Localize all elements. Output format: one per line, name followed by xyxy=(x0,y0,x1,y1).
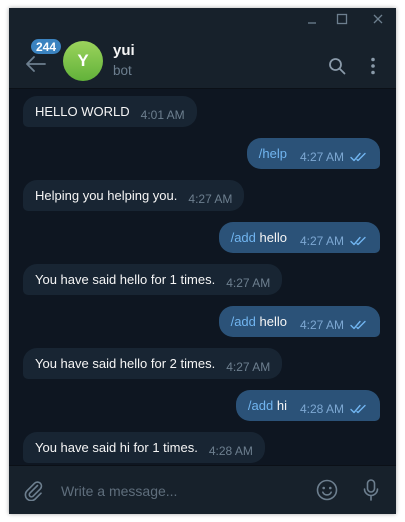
message-bubble-incoming[interactable]: Helping you helping you. 4:27 AM xyxy=(23,180,245,211)
message-time: 4:28 AM xyxy=(208,443,253,458)
message-text: You have said hi for 1 times. xyxy=(35,440,198,455)
message-text: hi xyxy=(273,398,287,413)
message-text: HELLO WORLD xyxy=(35,104,130,119)
message-bubble-outgoing[interactable]: /add hello 4:27 AM xyxy=(218,306,380,337)
message-time: 4:01 AM xyxy=(140,107,185,122)
chat-name[interactable]: yui xyxy=(113,42,135,59)
bot-command-link[interactable]: /add xyxy=(231,230,256,245)
message-text: hello xyxy=(255,230,287,245)
message-text: You have said hello for 2 times. xyxy=(35,356,216,371)
bot-command-link[interactable]: /add xyxy=(248,398,273,413)
message-time: 4:27 AM xyxy=(299,149,344,164)
message-time: 4:27 AM xyxy=(226,275,271,290)
smile-icon[interactable] xyxy=(315,478,339,502)
message-bubble-outgoing[interactable]: /add hello 4:27 AM xyxy=(218,222,380,253)
chat-header: 244 Y yui bot xyxy=(9,30,396,89)
double-check-icon xyxy=(350,152,366,161)
paperclip-icon[interactable] xyxy=(22,479,44,502)
window-titlebar xyxy=(9,8,396,30)
chat-status: bot xyxy=(113,63,132,78)
double-check-icon xyxy=(350,404,366,413)
message-text: You have said hello for 1 times. xyxy=(35,272,216,287)
double-check-icon xyxy=(350,236,366,245)
message-time: 4:28 AM xyxy=(299,401,344,416)
message-bubble-outgoing[interactable]: /help 4:27 AM xyxy=(246,138,380,169)
telegram-window: 244 Y yui bot HELLO WORLD 4:01 AM /help … xyxy=(9,8,396,514)
message-composer xyxy=(9,465,396,514)
back-arrow-icon[interactable] xyxy=(25,55,47,73)
more-vertical-icon[interactable] xyxy=(365,57,381,75)
unread-count-badge: 244 xyxy=(30,38,63,55)
message-text: Helping you helping you. xyxy=(35,188,178,203)
message-bubble-outgoing[interactable]: /add hi 4:28 AM xyxy=(235,390,380,421)
message-bubble-incoming[interactable]: You have said hi for 1 times. 4:28 AM xyxy=(23,432,265,463)
close-icon[interactable] xyxy=(369,10,387,28)
message-bubble-incoming[interactable]: You have said hello for 1 times. 4:27 AM xyxy=(23,264,283,295)
avatar[interactable]: Y xyxy=(63,41,103,81)
maximize-icon[interactable] xyxy=(333,10,351,28)
search-icon[interactable] xyxy=(328,57,346,75)
message-text: hello xyxy=(255,314,287,329)
avatar-letter: Y xyxy=(77,51,89,70)
message-time: 4:27 AM xyxy=(188,191,233,206)
microphone-icon[interactable] xyxy=(361,478,381,502)
message-time: 4:27 AM xyxy=(299,317,344,332)
double-check-icon xyxy=(350,320,366,329)
message-time: 4:27 AM xyxy=(226,359,271,374)
message-time: 4:27 AM xyxy=(299,233,344,248)
message-list[interactable]: HELLO WORLD 4:01 AM /help 4:27 AM Helpin… xyxy=(9,89,396,465)
minimize-icon[interactable] xyxy=(303,10,321,28)
message-input[interactable] xyxy=(61,480,301,502)
bot-command-link[interactable]: /add xyxy=(231,314,256,329)
bot-command-link[interactable]: /help xyxy=(259,146,287,161)
message-bubble-incoming[interactable]: You have said hello for 2 times. 4:27 AM xyxy=(23,348,283,379)
message-bubble-incoming[interactable]: HELLO WORLD 4:01 AM xyxy=(23,96,197,127)
